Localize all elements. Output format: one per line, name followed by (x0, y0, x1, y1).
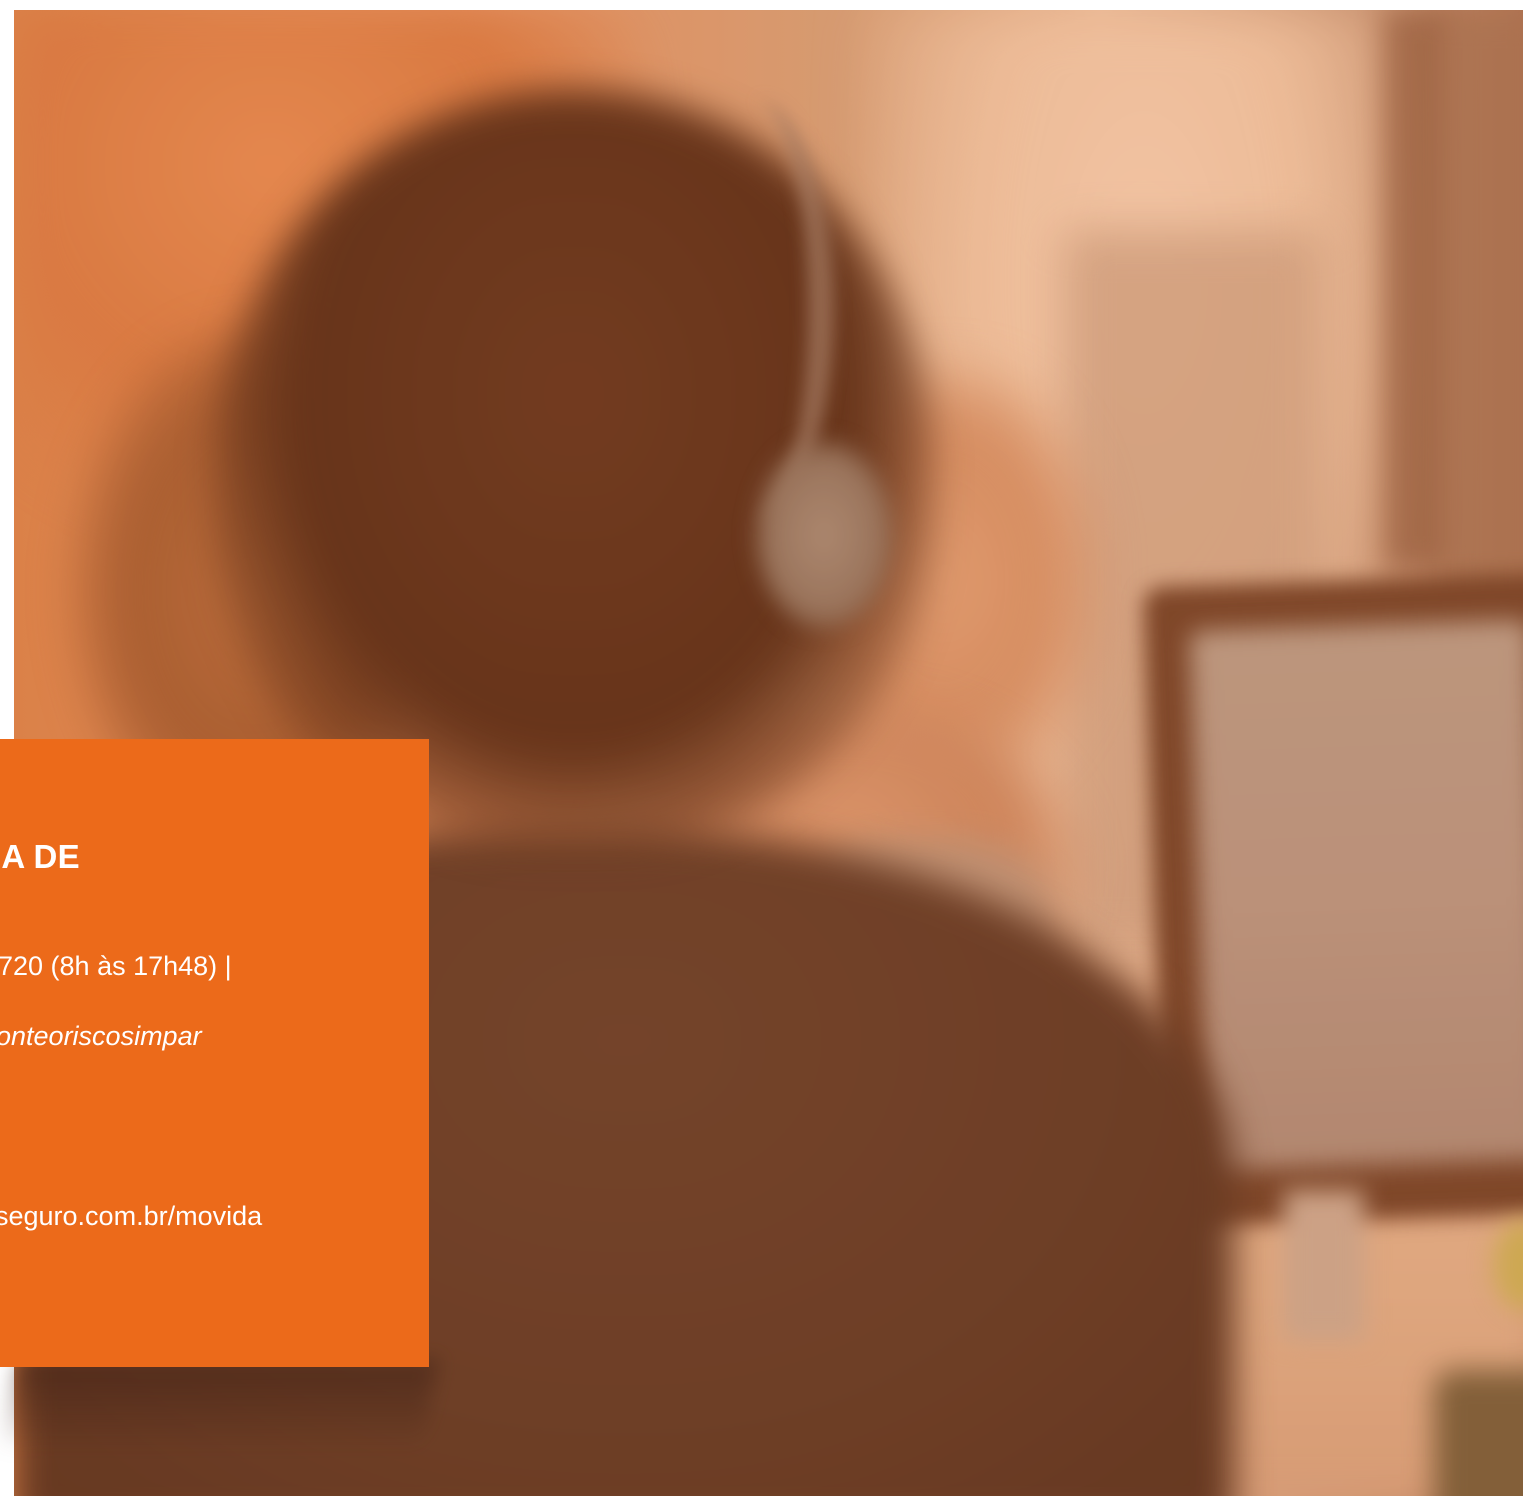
card-phone-line[interactable]: 720 (8h às 17h48) | (0, 951, 232, 982)
card-title: IA DE (0, 838, 80, 875)
card-social-handle[interactable]: onteoriscosimpar (0, 1021, 202, 1052)
info-card: IA DE 720 (8h às 17h48) | onteoriscosimp… (0, 739, 429, 1367)
page-frame: IA DE 720 (8h às 17h48) | onteoriscosimp… (0, 0, 1527, 1498)
card-shadow (2, 1360, 438, 1450)
card-website-link[interactable]: seguro.com.br/movida (0, 1201, 262, 1232)
